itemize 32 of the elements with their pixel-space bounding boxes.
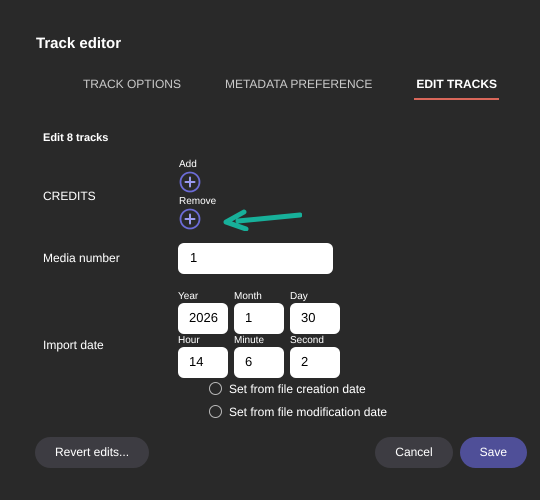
- action-label: Remove: [179, 196, 216, 208]
- number-field[interactable]: 6: [234, 346, 284, 378]
- field-label: Day: [290, 290, 309, 302]
- field-label: Minute: [234, 334, 266, 346]
- add-icon[interactable]: [179, 170, 201, 192]
- radio-option[interactable]: Set from file modification date: [209, 402, 388, 420]
- dialog-button[interactable]: Save: [460, 436, 527, 468]
- field-label: Media number: [43, 250, 121, 267]
- field-label: Hour: [178, 334, 201, 346]
- add-icon[interactable]: [179, 208, 201, 230]
- radio-button[interactable]: [209, 382, 222, 395]
- number-field[interactable]: 2: [290, 346, 340, 378]
- tab[interactable]: EDIT TRACKS: [414, 76, 500, 100]
- number-field[interactable]: 14: [178, 346, 228, 378]
- dialog-title: Track editor: [36, 34, 122, 54]
- field-label: Second: [290, 334, 325, 346]
- tab[interactable]: METADATA PREFERENCE: [222, 76, 374, 100]
- media-number-field[interactable]: 1: [178, 242, 333, 274]
- number-field[interactable]: 30: [290, 302, 340, 334]
- radio-button[interactable]: [209, 405, 222, 418]
- field-label: Month: [234, 290, 263, 302]
- tab[interactable]: TRACK OPTIONS: [80, 76, 183, 100]
- number-field[interactable]: 1: [234, 302, 284, 334]
- dialog-button[interactable]: Cancel: [375, 436, 453, 468]
- field-label: Import date: [43, 337, 105, 354]
- field-label: Year: [178, 290, 200, 302]
- section-title: Edit 8 tracks: [43, 131, 108, 146]
- action-label: Add: [179, 158, 197, 170]
- dialog-button[interactable]: Revert edits...: [35, 436, 150, 468]
- field-label: CREDITS: [43, 188, 97, 204]
- radio-option[interactable]: Set from file creation date: [209, 380, 366, 398]
- number-field[interactable]: 2026: [178, 302, 228, 334]
